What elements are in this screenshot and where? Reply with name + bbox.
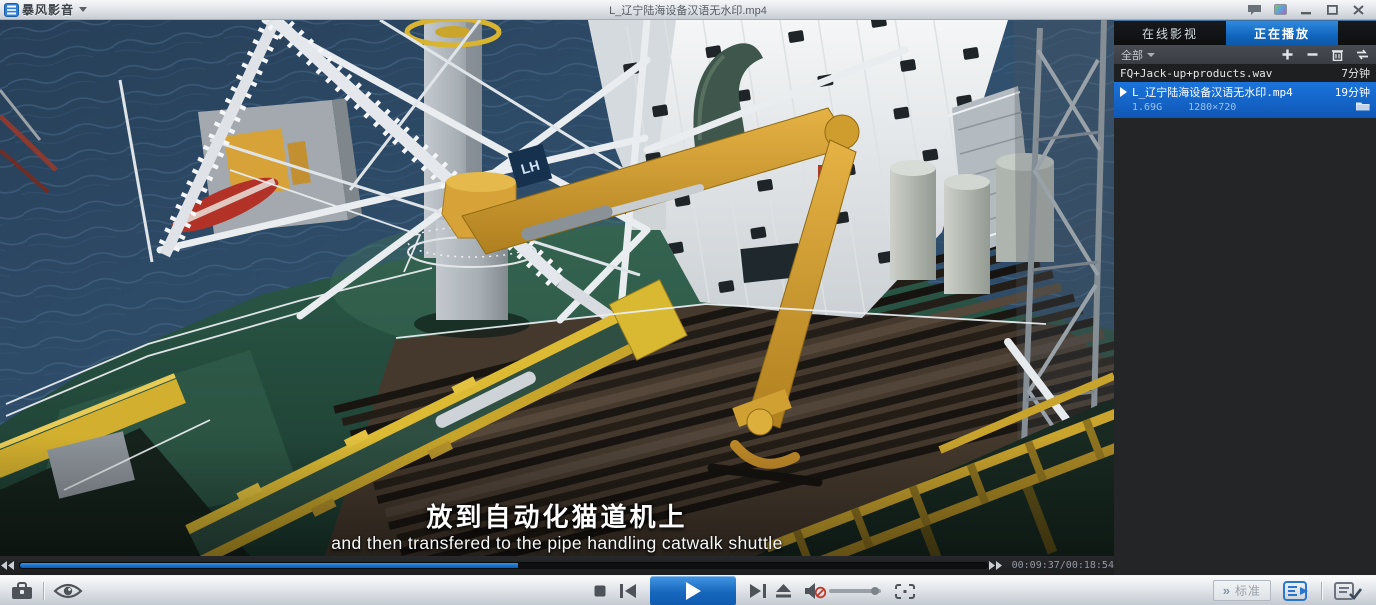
seek-progress-fill <box>20 563 518 568</box>
tab-now-playing[interactable]: 正在播放 <box>1226 21 1338 45</box>
filter-dropdown[interactable]: 全部 <box>1121 47 1155 63</box>
eject-button[interactable] <box>776 584 791 598</box>
toolbox-button[interactable] <box>10 581 34 601</box>
forward-icon <box>989 561 1002 570</box>
time-display: 00:09:37/00:18:54 <box>1012 560 1114 571</box>
app-menu-caret-icon <box>79 7 87 12</box>
maximize-button[interactable] <box>1324 3 1340 17</box>
control-bar: » 标准 <box>0 575 1376 605</box>
fullscreen-icon <box>895 584 915 599</box>
skip-previous-icon <box>620 584 636 598</box>
play-icon <box>685 582 701 600</box>
playlist-item-2-name: L_辽宁陆海设备汉语无水印.mp4 <box>1132 84 1293 100</box>
trash-icon <box>1332 49 1343 61</box>
standard-mode-button[interactable]: » 标准 <box>1213 580 1271 601</box>
filter-caret-icon <box>1147 53 1155 57</box>
folder-icon <box>1356 101 1370 111</box>
player-window: 暴风影音 L_辽宁陆海设备汉语无水印.mp4 <box>0 0 1376 605</box>
eye-protect-button[interactable] <box>53 582 83 600</box>
mute-button[interactable] <box>805 583 827 599</box>
eye-icon <box>53 582 83 600</box>
tab-online-video[interactable]: 在线影视 <box>1114 21 1226 45</box>
volume-slider[interactable] <box>829 589 881 593</box>
app-name: 暴风影音 <box>22 1 74 18</box>
playlist-toolbar: 全部 <box>1114 45 1376 64</box>
volume-muted-icon <box>805 583 827 599</box>
next-button[interactable] <box>750 584 766 598</box>
minimize-icon <box>1301 5 1312 15</box>
standard-mode-label: 标准 <box>1235 582 1261 599</box>
clear-playlist-button[interactable] <box>1330 48 1344 61</box>
filter-label: 全部 <box>1121 47 1143 63</box>
playlist-item-2-selected[interactable]: L_辽宁陆海设备汉语无水印.mp4 19分钟 1.69G 1280×720 <box>1114 82 1376 118</box>
chevron-double-icon: » <box>1223 583 1230 598</box>
skip-next-icon <box>750 584 766 598</box>
stop-button[interactable] <box>594 585 606 597</box>
open-folder-button[interactable] <box>1356 101 1370 114</box>
add-item-button[interactable] <box>1280 48 1294 61</box>
playlist-item-2-resolution: 1280×720 <box>1188 102 1236 113</box>
skin-button[interactable] <box>1272 3 1288 17</box>
video-surface[interactable]: LH <box>0 20 1114 556</box>
playlist-panel: 在线影视 正在播放 全部 <box>1114 20 1376 575</box>
panel-tabs: 在线影视 正在播放 <box>1114 21 1376 45</box>
playlist: FQ+Jack-up+products.wav 7分钟 L_辽宁陆海设备汉语无水… <box>1114 64 1376 118</box>
app-menu-button[interactable]: 暴风影音 <box>0 0 87 19</box>
eject-icon <box>776 584 791 598</box>
skin-icon <box>1274 4 1287 15</box>
rewind-button[interactable] <box>0 559 16 573</box>
toggle-playlist-button[interactable] <box>1283 581 1309 601</box>
playlist-toggle-icon <box>1283 581 1309 601</box>
minus-icon <box>1307 49 1318 60</box>
app-logo-icon <box>4 3 19 17</box>
minimize-button[interactable] <box>1298 3 1314 17</box>
sync-arrows-icon <box>1356 49 1369 60</box>
toolbox-icon <box>10 581 34 601</box>
divider <box>1321 582 1322 600</box>
playlist-item-2-size: 1.69G <box>1132 102 1162 113</box>
playlist-item-1-name: FQ+Jack-up+products.wav <box>1120 67 1272 80</box>
playlist-item-1-duration: 7分钟 <box>1341 65 1370 81</box>
forward-button[interactable] <box>988 559 1004 573</box>
play-button[interactable] <box>650 576 736 605</box>
rewind-icon <box>1 561 14 570</box>
plus-icon <box>1282 49 1293 60</box>
volume-handle[interactable] <box>871 587 879 595</box>
video-frame-rig-scene: LH <box>0 20 1114 556</box>
maximize-icon <box>1327 5 1338 15</box>
remove-item-button[interactable] <box>1305 48 1319 61</box>
seek-track[interactable] <box>19 562 988 569</box>
fullscreen-button[interactable] <box>895 584 915 599</box>
stop-icon <box>594 585 606 597</box>
close-button[interactable] <box>1350 3 1366 17</box>
playlist-empty-area <box>1114 118 1376 575</box>
media-manager-button[interactable] <box>1334 581 1362 601</box>
playlist-item-2-duration: 19分钟 <box>1335 84 1370 100</box>
previous-button[interactable] <box>620 584 636 598</box>
seek-bar-row: 00:09:37/00:18:54 <box>0 556 1114 575</box>
now-playing-icon <box>1120 87 1127 97</box>
speech-bubble-icon <box>1247 4 1262 16</box>
window-title: L_辽宁陆海设备汉语无水印.mp4 <box>0 2 1376 18</box>
divider <box>43 582 44 600</box>
close-icon <box>1353 5 1364 15</box>
edit-list-icon <box>1334 581 1362 601</box>
feedback-button[interactable] <box>1246 3 1262 17</box>
playlist-item-1[interactable]: FQ+Jack-up+products.wav 7分钟 <box>1114 64 1376 82</box>
sync-playlist-button[interactable] <box>1355 48 1369 61</box>
title-bar: 暴风影音 L_辽宁陆海设备汉语无水印.mp4 <box>0 0 1376 20</box>
